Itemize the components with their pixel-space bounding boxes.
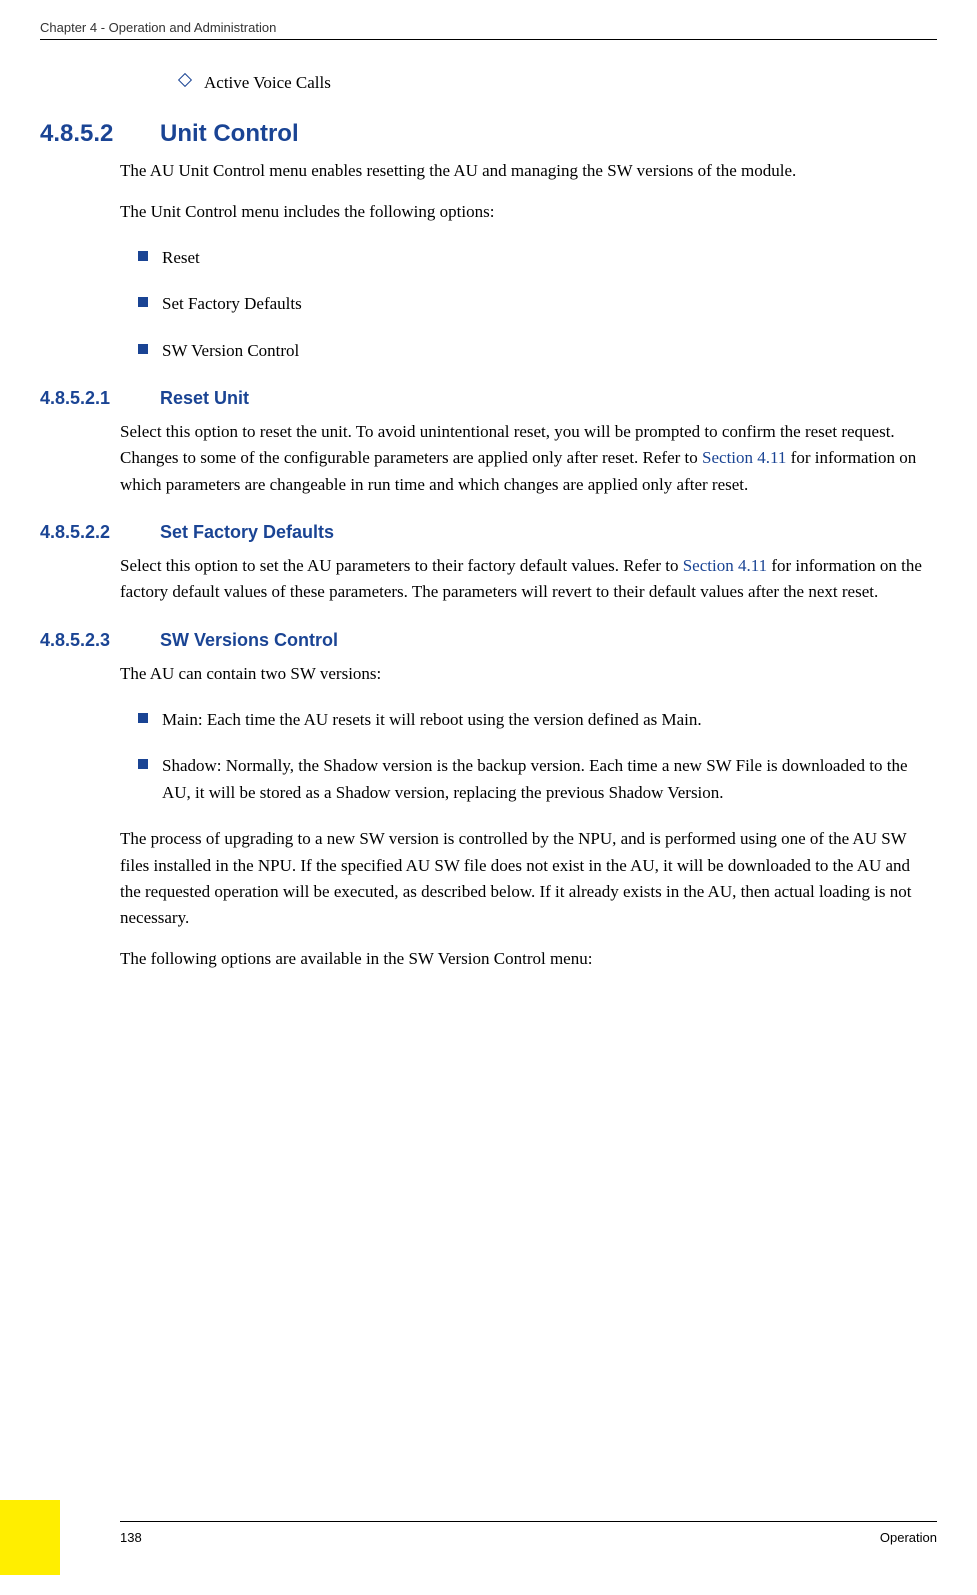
square-icon	[138, 759, 148, 769]
section-title: SW Versions Control	[160, 630, 338, 651]
diamond-bullet-text: Active Voice Calls	[204, 70, 331, 96]
body-paragraph: Select this option to set the AU paramet…	[120, 553, 927, 606]
square-bullet-item: Shadow: Normally, the Shadow version is …	[120, 753, 927, 806]
section-number: 4.8.5.2	[40, 120, 160, 148]
section-title: Set Factory Defaults	[160, 522, 334, 543]
text-segment: Select this option to set the AU paramet…	[120, 556, 683, 575]
body-paragraph: Select this option to reset the unit. To…	[120, 419, 927, 498]
section-heading-48522: 4.8.5.2.2 Set Factory Defaults	[40, 522, 927, 543]
footer-label: Operation	[880, 1530, 937, 1545]
square-icon	[138, 251, 148, 261]
bullet-text: SW Version Control	[162, 338, 299, 364]
bullet-text: Shadow: Normally, the Shadow version is …	[162, 753, 927, 806]
section-link[interactable]: Section 4.11	[702, 448, 786, 467]
square-bullet-item: Reset	[120, 245, 927, 271]
footer-divider	[120, 1521, 937, 1522]
page-number: 138	[120, 1530, 142, 1545]
body-paragraph: The process of upgrading to a new SW ver…	[120, 826, 927, 931]
diamond-icon	[178, 73, 192, 87]
square-icon	[138, 344, 148, 354]
square-bullet-item: Main: Each time the AU resets it will re…	[120, 707, 927, 733]
bullet-text: Set Factory Defaults	[162, 291, 302, 317]
section-heading-4852: 4.8.5.2 Unit Control	[40, 120, 927, 148]
bullet-text: Main: Each time the AU resets it will re…	[162, 707, 702, 733]
section-number: 4.8.5.2.1	[40, 388, 160, 409]
section-title: Unit Control	[160, 120, 299, 148]
page-footer: 138 Operation	[0, 1521, 977, 1545]
diamond-bullet-item: Active Voice Calls	[120, 70, 927, 96]
section-number: 4.8.5.2.3	[40, 630, 160, 651]
square-icon	[138, 297, 148, 307]
section-title: Reset Unit	[160, 388, 249, 409]
body-paragraph: The Unit Control menu includes the follo…	[120, 199, 927, 225]
body-paragraph: The AU Unit Control menu enables resetti…	[120, 158, 927, 184]
header-divider	[40, 39, 937, 40]
section-link[interactable]: Section 4.11	[683, 556, 767, 575]
square-icon	[138, 713, 148, 723]
square-bullet-item: SW Version Control	[120, 338, 927, 364]
section-heading-48523: 4.8.5.2.3 SW Versions Control	[40, 630, 927, 651]
section-heading-48521: 4.8.5.2.1 Reset Unit	[40, 388, 927, 409]
bullet-text: Reset	[162, 245, 200, 271]
square-bullet-item: Set Factory Defaults	[120, 291, 927, 317]
section-number: 4.8.5.2.2	[40, 522, 160, 543]
body-paragraph: The AU can contain two SW versions:	[120, 661, 927, 687]
chapter-header: Chapter 4 - Operation and Administration	[40, 20, 937, 35]
body-paragraph: The following options are available in t…	[120, 946, 927, 972]
